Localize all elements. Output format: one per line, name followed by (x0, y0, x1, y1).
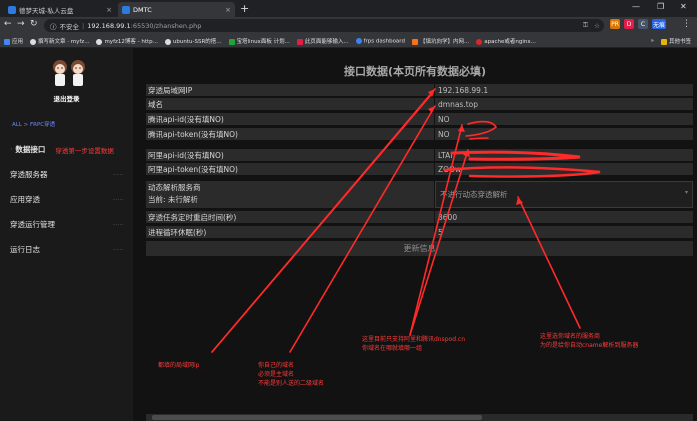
scrollbar-thumb[interactable] (152, 415, 482, 420)
arrow-api-aliyun (409, 149, 469, 336)
annotation-domain-3: 不能是别人送的二级域名 (258, 380, 325, 387)
scribble-aliyun-token (443, 166, 601, 178)
arrow-ddns (517, 196, 581, 329)
annotation-domain-2: 必须是主域名 (258, 371, 295, 378)
annotation-ddns-1: 这里选你域名的服务商 (540, 333, 601, 340)
arrow-lan-ip-2 (211, 88, 436, 353)
annotation-lan-ip: 都填的局域网ip (158, 362, 200, 369)
scribble-tencent-id (465, 120, 498, 137)
annotation-api-1: 这里目前只支持阿里和腾讯dnspod.cn (362, 336, 466, 343)
arrowhead-icon (458, 125, 465, 132)
annotation-domain-1: 你自己的域名 (258, 362, 295, 369)
annotation-api-2: 你域名在哪就填哪一组 (362, 345, 423, 352)
arrow-domain (289, 105, 436, 353)
annotation-ddns-2: 为的是给你自动cname解析到服务器 (540, 342, 639, 349)
arrow-api-tencent (409, 124, 463, 336)
arrowhead-icon (428, 106, 435, 113)
scribble-aliyun-id (450, 150, 581, 161)
annotation-overlay (211, 88, 601, 353)
scribble-tencent-token (469, 137, 489, 140)
